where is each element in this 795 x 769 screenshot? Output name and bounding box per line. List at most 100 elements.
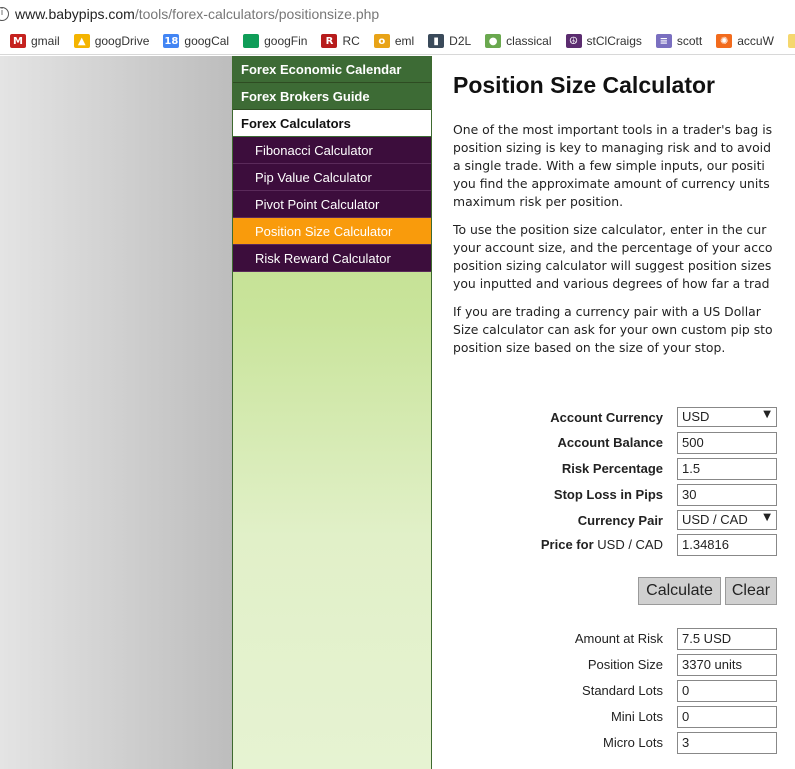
- gmail-icon: M: [10, 34, 26, 48]
- position-size-output[interactable]: 3370 units: [677, 654, 777, 676]
- micro-lots-output[interactable]: 3: [677, 732, 777, 754]
- accuweather-icon: ✺: [716, 34, 733, 48]
- standard-lots-output[interactable]: 0: [677, 680, 777, 702]
- bookmark-scott[interactable]: ≡ scott: [655, 34, 703, 48]
- amount-at-risk-row: Amount at Risk 7.5 USD: [433, 628, 795, 650]
- address-bar[interactable]: i www.babypips.com/tools/forex-calculato…: [0, 0, 795, 28]
- bookmark-eml[interactable]: o eml: [373, 34, 415, 48]
- paragraph-line: your account size, and the percentage of…: [453, 240, 773, 255]
- paragraph-line: position size based on the size of your …: [453, 340, 726, 355]
- risk-percentage-label: Risk Percentage: [561, 461, 663, 476]
- price-for-pair: USD / CAD: [597, 537, 663, 552]
- sidebar-item-position-size-calculator[interactable]: Position Size Calculator: [233, 218, 431, 245]
- dropdown-arrow-icon: ▼: [763, 409, 771, 420]
- bookmark-googfin[interactable]: googFin: [243, 34, 307, 48]
- standard-lots-label: Standard Lots: [582, 683, 663, 698]
- d2l-icon: ▮: [428, 34, 445, 48]
- stop-loss-input[interactable]: 30: [677, 484, 777, 506]
- sidebar-item-risk-reward-calculator[interactable]: Risk Reward Calculator: [233, 245, 431, 272]
- bookmark-label: eml: [394, 34, 415, 48]
- paragraph-line: If you are trading a currency pair with …: [453, 304, 761, 319]
- risk-percentage-input[interactable]: 1.5: [677, 458, 777, 480]
- rc-icon: R: [321, 34, 338, 48]
- account-balance-input[interactable]: 500: [677, 432, 777, 454]
- google-drive-icon: ▲: [73, 34, 90, 48]
- bookmark-fc[interactable]: FC: [787, 34, 795, 48]
- url-text[interactable]: www.babypips.com/tools/forex-calculators…: [15, 6, 379, 22]
- bookmark-d2l[interactable]: ▮ D2L: [428, 34, 471, 48]
- bookmark-classical[interactable]: ● classical: [485, 34, 552, 48]
- clear-button[interactable]: Clear: [725, 577, 777, 605]
- paragraph-line: position sizing is key to managing risk …: [453, 140, 771, 155]
- sidebar-item-pivot-point-calculator[interactable]: Pivot Point Calculator: [233, 191, 431, 218]
- bookmark-gmail[interactable]: Mgmail: [10, 34, 60, 48]
- paragraph-line: position sizing calculator will suggest …: [453, 258, 772, 273]
- account-balance-row: Account Balance 500: [433, 432, 795, 454]
- eml-icon: o: [373, 34, 390, 48]
- bookmark-label: accuW: [737, 34, 774, 48]
- folder-icon: [787, 34, 795, 48]
- sidebar-item-fibonacci-calculator[interactable]: Fibonacci Calculator: [233, 137, 431, 164]
- bookmark-label: stClCraigs: [586, 34, 642, 48]
- bookmark-label: googDrive: [94, 34, 150, 48]
- calculate-button[interactable]: Calculate: [638, 577, 721, 605]
- bookmark-label: D2L: [449, 34, 472, 48]
- paragraph-line: One of the most important tools in a tra…: [453, 122, 773, 137]
- stop-loss-row: Stop Loss in Pips 30: [433, 484, 795, 506]
- account-currency-select[interactable]: USD ▼: [677, 407, 777, 427]
- sidebar-nav: Forex Economic Calendar Forex Brokers Gui…: [232, 56, 432, 769]
- paragraph-line: a single trade. With a few simple inputs…: [453, 158, 765, 173]
- url-host: www.babypips.com: [15, 6, 135, 22]
- account-currency-label: Account Currency: [550, 410, 663, 425]
- usd-pair-paragraph: If you are trading a currency pair with …: [453, 303, 795, 357]
- bookmark-stclcraigs[interactable]: ☮ stClCraigs: [565, 34, 642, 48]
- intro-paragraph: One of the most important tools in a tra…: [453, 121, 795, 211]
- bookmark-label: gmail: [31, 34, 60, 48]
- mini-lots-label: Mini Lots: [610, 709, 663, 724]
- paragraph-line: you inputted and various degrees of how …: [453, 276, 770, 291]
- price-for-text: Price for: [540, 537, 594, 552]
- mini-lots-row: Mini Lots 0: [433, 706, 795, 728]
- paragraph-line: Size calculator can ask for your own cus…: [453, 322, 773, 337]
- currency-pair-select[interactable]: USD / CAD ▼: [677, 510, 777, 530]
- account-currency-value: USD: [682, 409, 710, 424]
- instructions-paragraph: To use the position size calculator, ent…: [453, 221, 795, 293]
- dropdown-arrow-icon: ▼: [763, 512, 771, 523]
- position-size-label: Position Size: [587, 657, 663, 672]
- sidebar-item-pip-value-calculator[interactable]: Pip Value Calculator: [233, 164, 431, 191]
- bookmark-label: scott: [676, 34, 703, 48]
- position-size-row: Position Size 3370 units: [433, 654, 795, 676]
- paragraph-line: you find the approximate amount of curre…: [453, 176, 770, 191]
- paragraph-line: maximum risk per position.: [453, 194, 624, 209]
- sidebar-item-forex-brokers-guide[interactable]: Forex Brokers Guide: [233, 83, 431, 110]
- classical-icon: ●: [485, 34, 502, 48]
- currency-pair-value: USD / CAD: [682, 512, 748, 527]
- micro-lots-row: Micro Lots 3: [433, 732, 795, 754]
- page-left-margin: [0, 56, 232, 769]
- paragraph-line: To use the position size calculator, ent…: [453, 222, 767, 237]
- currency-pair-row: Currency Pair USD / CAD ▼: [433, 510, 795, 532]
- bookmark-googdrive[interactable]: ▲ googDrive: [73, 34, 150, 48]
- micro-lots-label: Micro Lots: [603, 735, 663, 750]
- info-icon[interactable]: i: [0, 7, 9, 21]
- price-input[interactable]: 1.34816: [677, 534, 777, 556]
- bookmark-accuw[interactable]: ✺ accuW: [716, 34, 774, 48]
- google-calendar-icon: 18: [163, 34, 180, 48]
- stop-loss-label: Stop Loss in Pips: [553, 487, 663, 502]
- url-path: /tools/forex-calculators/positionsize.ph…: [134, 6, 380, 22]
- page-title: Position Size Calculator: [453, 72, 715, 98]
- standard-lots-row: Standard Lots 0: [433, 680, 795, 702]
- craigslist-icon: ☮: [565, 34, 582, 48]
- amount-at-risk-output[interactable]: 7.5 USD: [677, 628, 777, 650]
- bookmark-googcal[interactable]: 18 googCal: [163, 34, 229, 48]
- main-content: Position Size Calculator One of the most…: [433, 56, 795, 769]
- google-finance-icon: [243, 34, 260, 48]
- price-for-label: Price for USD / CAD: [541, 537, 663, 552]
- account-currency-row: Account Currency USD ▼: [433, 407, 795, 429]
- sidebar-item-forex-economic-calendar[interactable]: Forex Economic Calendar: [233, 56, 431, 83]
- mini-lots-output[interactable]: 0: [677, 706, 777, 728]
- bookmark-label: RC: [342, 34, 360, 48]
- bookmark-rc[interactable]: R RC: [321, 34, 360, 48]
- sidebar-item-forex-calculators[interactable]: Forex Calculators: [233, 110, 431, 137]
- currency-pair-label: Currency Pair: [577, 513, 663, 528]
